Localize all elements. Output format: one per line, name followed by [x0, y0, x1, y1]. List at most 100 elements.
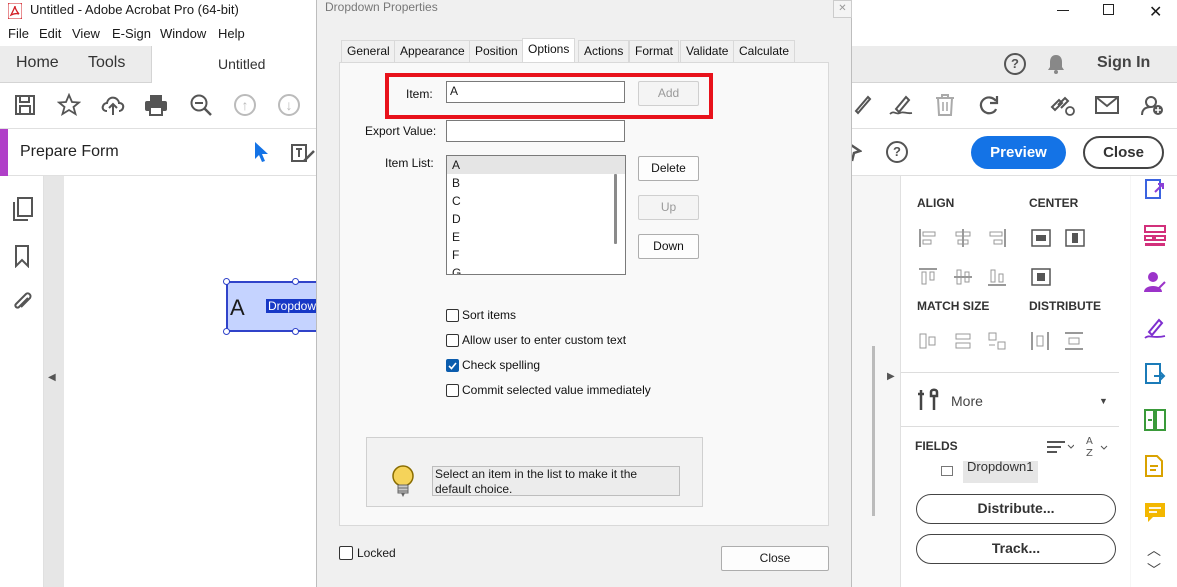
comment-icon[interactable]	[1143, 500, 1167, 524]
compare-icon[interactable]	[1143, 408, 1167, 432]
scrollbar[interactable]	[872, 346, 875, 516]
check-spelling-checkbox[interactable]	[446, 359, 459, 372]
match-both-icon[interactable]	[988, 332, 1006, 350]
expand-right-icon[interactable]: ▶	[887, 371, 895, 382]
delete-button[interactable]: Delete	[638, 156, 699, 181]
align-left-icon[interactable]	[919, 229, 937, 247]
email-icon[interactable]	[1095, 96, 1119, 114]
dialog-close-icon[interactable]: ✕	[833, 0, 852, 18]
scroll-up-icon[interactable]: ︿	[1147, 540, 1161, 560]
share-link-icon[interactable]	[1048, 93, 1076, 117]
tab-calculate[interactable]: Calculate	[733, 40, 796, 62]
page-down-icon[interactable]: ↓	[278, 94, 300, 116]
align-bottom-icon[interactable]	[988, 268, 1006, 286]
align-middle-icon[interactable]	[954, 268, 972, 286]
select-cursor-icon[interactable]	[252, 141, 270, 163]
align-top-icon[interactable]	[919, 268, 937, 286]
minimize-icon[interactable]	[1057, 10, 1069, 11]
distribute-horizontal-icon[interactable]	[1031, 332, 1049, 350]
tab-appearance[interactable]: Appearance	[394, 40, 471, 62]
sort-items-checkbox[interactable]	[446, 309, 459, 322]
tab-position[interactable]: Position	[469, 40, 524, 62]
menu-file[interactable]: File	[8, 26, 29, 41]
more-label[interactable]: More	[951, 393, 983, 409]
center-vertical-icon[interactable]	[1065, 229, 1085, 247]
resize-handle[interactable]	[223, 328, 230, 335]
center-horizontal-icon[interactable]	[1031, 229, 1051, 247]
stamp-doc-icon[interactable]	[1143, 454, 1167, 478]
bookmark-icon[interactable]	[14, 244, 30, 268]
distribute-vertical-icon[interactable]	[1065, 332, 1083, 350]
pen-icon[interactable]	[852, 93, 872, 117]
sign-in-link[interactable]: Sign In	[1097, 54, 1150, 72]
pages-icon[interactable]	[12, 196, 34, 222]
sort-lines-icon[interactable]	[1046, 439, 1074, 455]
list-item[interactable]: B	[447, 174, 625, 192]
locked-checkbox[interactable]	[339, 546, 353, 560]
tab-home[interactable]: Home	[16, 54, 59, 72]
list-item[interactable]: D	[447, 210, 625, 228]
down-button[interactable]: Down	[638, 234, 699, 259]
chevron-down-icon[interactable]: ▼	[1099, 396, 1108, 406]
zoom-out-icon[interactable]	[189, 93, 213, 117]
scroll-down-icon[interactable]: ﹀	[1147, 560, 1161, 580]
resize-handle[interactable]	[223, 278, 230, 285]
tab-general[interactable]: General	[341, 40, 396, 62]
print-icon[interactable]	[144, 94, 168, 116]
tab-validate[interactable]: Validate	[680, 40, 735, 62]
help-circle-icon[interactable]: ?	[886, 141, 908, 163]
resize-handle[interactable]	[292, 278, 299, 285]
tab-tools[interactable]: Tools	[88, 54, 125, 72]
maximize-icon[interactable]	[1103, 4, 1114, 15]
add-user-icon[interactable]	[1139, 93, 1165, 117]
tab-actions[interactable]: Actions	[578, 40, 630, 62]
page-up-icon[interactable]: ↑	[234, 94, 256, 116]
tab-format[interactable]: Format	[629, 40, 680, 62]
menu-view[interactable]: View	[72, 26, 100, 41]
list-scrollbar[interactable]	[614, 174, 617, 244]
match-width-icon[interactable]	[919, 332, 937, 350]
match-height-icon[interactable]	[954, 332, 972, 350]
commit-value-checkbox[interactable]	[446, 384, 459, 397]
redo-icon[interactable]	[977, 93, 1001, 117]
close-window-icon[interactable]: ✕	[1149, 2, 1162, 22]
list-item[interactable]: G	[447, 264, 625, 274]
track-button[interactable]: Track...	[916, 534, 1116, 564]
distribute-button[interactable]: Distribute...	[916, 494, 1116, 524]
trash-icon[interactable]	[934, 93, 956, 117]
menu-esign[interactable]: E-Sign	[112, 26, 151, 41]
menu-edit[interactable]: Edit	[39, 26, 61, 41]
fill-sign-icon[interactable]	[1143, 316, 1167, 340]
bell-icon[interactable]	[1046, 53, 1066, 75]
help-icon[interactable]: ?	[1004, 53, 1026, 75]
attachment-icon[interactable]	[12, 290, 34, 314]
list-item[interactable]: A	[447, 156, 625, 174]
align-center-h-icon[interactable]	[954, 229, 972, 247]
list-item[interactable]: E	[447, 228, 625, 246]
dialog-close-button[interactable]: Close	[721, 546, 829, 571]
text-field-tool-icon[interactable]	[290, 141, 316, 165]
dropdown-form-field[interactable]: A Dropdow	[226, 281, 319, 332]
star-icon[interactable]	[57, 93, 81, 117]
upload-cloud-icon[interactable]	[100, 93, 126, 117]
item-listbox[interactable]: A B C D E F G	[446, 155, 626, 275]
sign-pen-icon[interactable]	[888, 93, 914, 117]
custom-text-checkbox[interactable]	[446, 334, 459, 347]
preview-button[interactable]: Preview	[971, 136, 1066, 169]
list-item[interactable]: F	[447, 246, 625, 264]
send-pdf-icon[interactable]	[1143, 362, 1167, 386]
close-form-button[interactable]: Close	[1083, 136, 1164, 169]
resize-handle[interactable]	[292, 328, 299, 335]
tab-options[interactable]: Options	[522, 38, 576, 63]
field-list-item[interactable]: Dropdown1	[963, 461, 1038, 483]
sort-az-icon[interactable]: AZ	[1085, 434, 1111, 458]
save-icon[interactable]	[14, 94, 36, 116]
export-pdf-icon[interactable]	[1143, 178, 1167, 202]
tab-document[interactable]: Untitled	[151, 46, 321, 83]
export-value-input[interactable]	[446, 120, 625, 142]
up-button[interactable]: Up	[638, 195, 699, 220]
collapse-left-icon[interactable]: ◀	[48, 372, 56, 383]
request-signatures-icon[interactable]	[1143, 270, 1167, 294]
form-layout-icon[interactable]	[1143, 224, 1167, 248]
menu-help[interactable]: Help	[218, 26, 245, 41]
